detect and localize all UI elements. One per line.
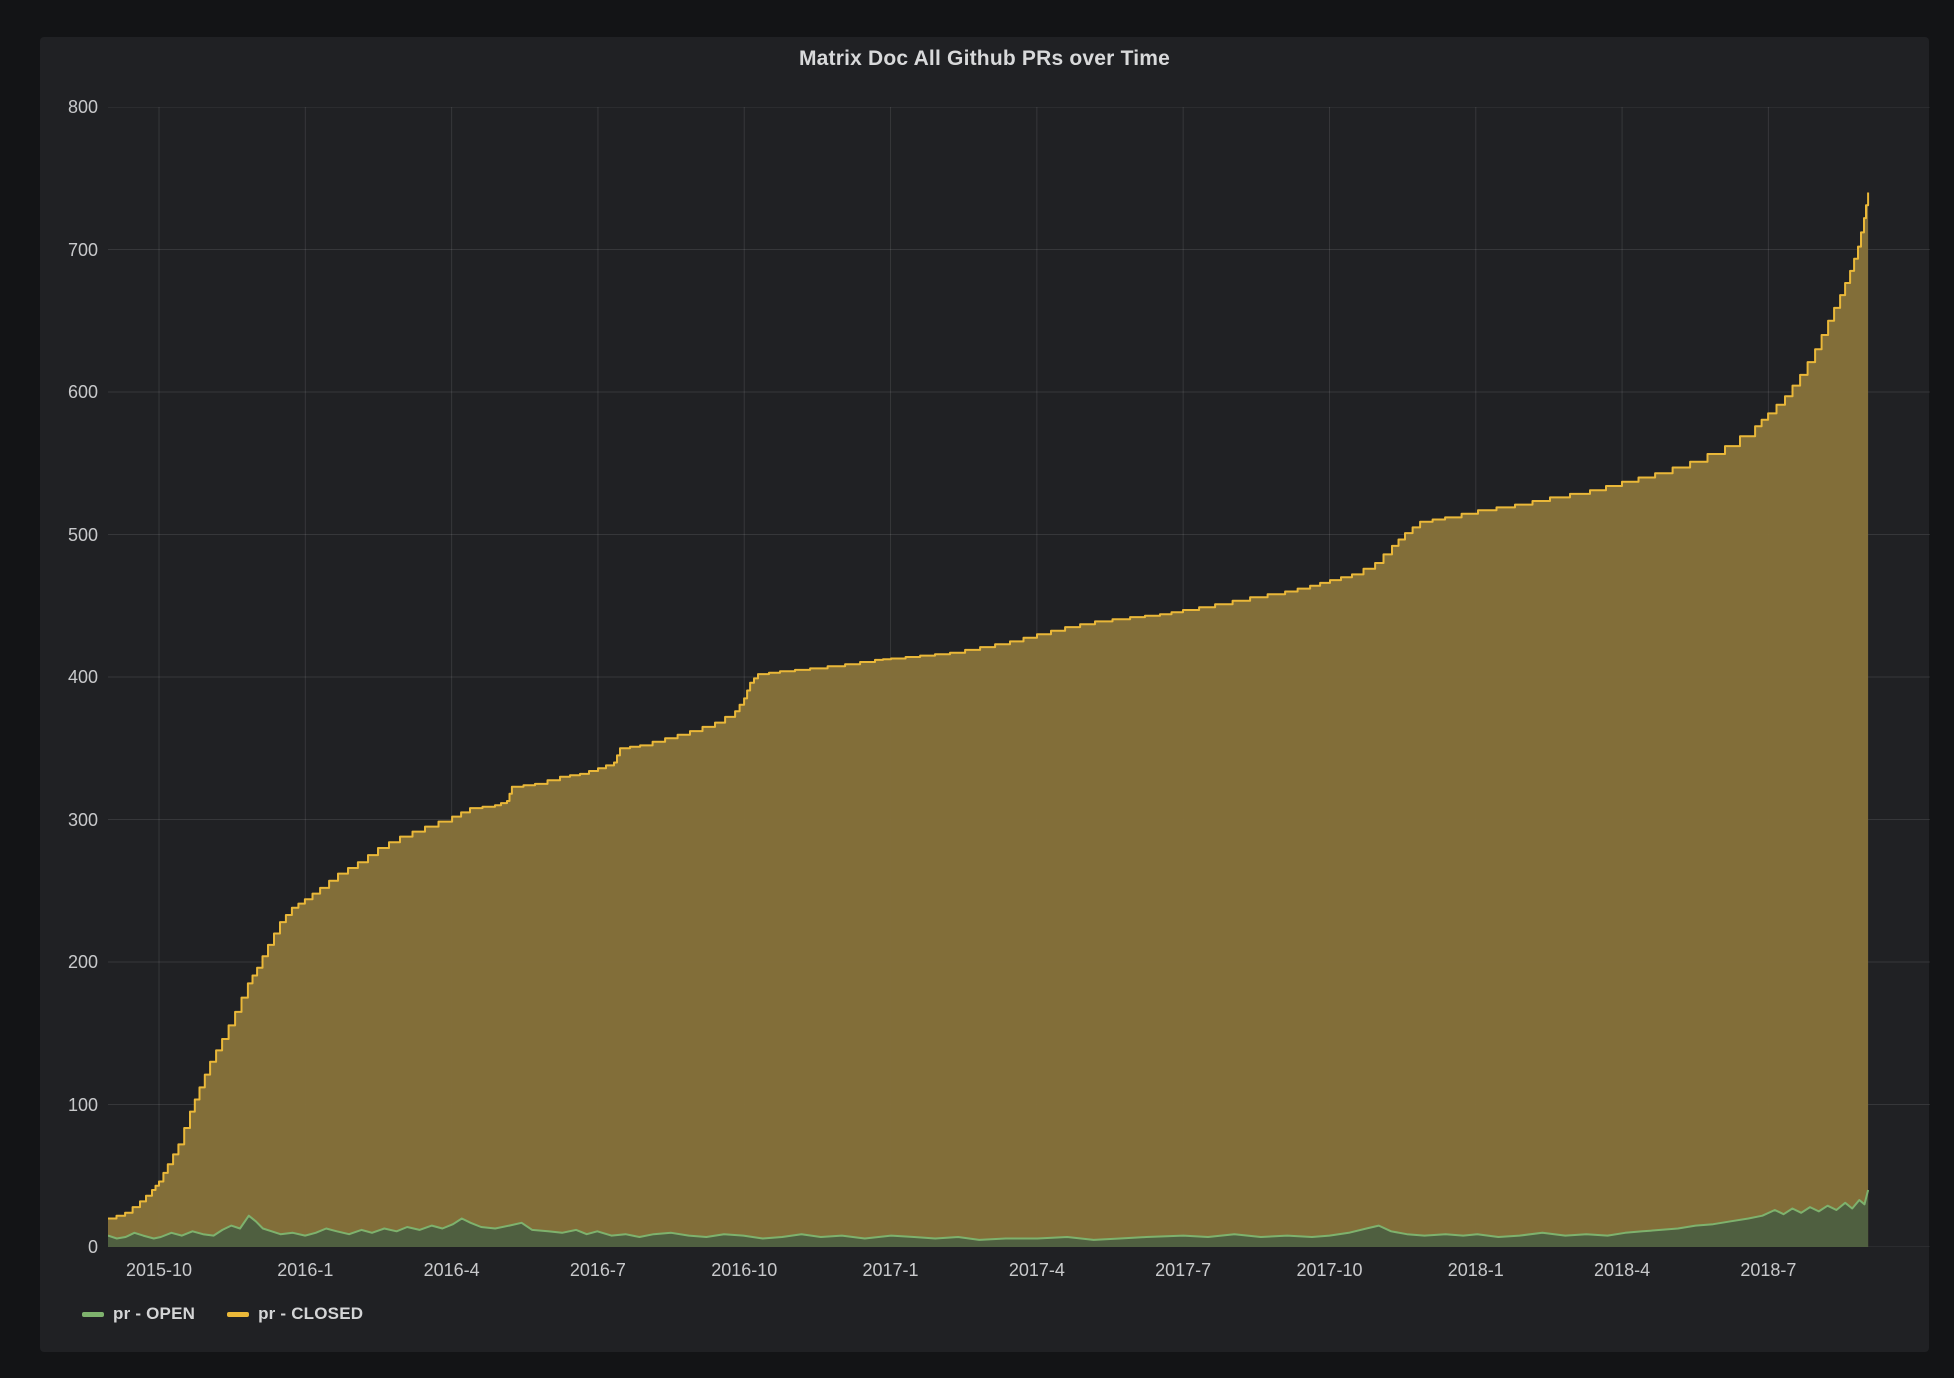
plot-area[interactable]: [108, 107, 1930, 1247]
legend-swatch-icon: [82, 1312, 104, 1317]
series-fill-closed: [108, 193, 1868, 1248]
graph-panel: Matrix Doc All Github PRs over Time 800 7…: [40, 37, 1929, 1352]
x-tick-label: 2017-4: [982, 1259, 1092, 1281]
x-tick-label: 2016-1: [250, 1259, 360, 1281]
y-tick-label: 800: [40, 96, 98, 118]
x-tick-label: 2016-7: [543, 1259, 653, 1281]
legend: pr - OPEN pr - CLOSED: [82, 1301, 363, 1327]
legend-swatch-icon: [227, 1312, 249, 1317]
x-tick-label: 2018-1: [1421, 1259, 1531, 1281]
timeseries-chart[interactable]: [108, 107, 1930, 1247]
y-tick-label: 200: [40, 951, 98, 973]
legend-label: pr - OPEN: [113, 1304, 195, 1324]
y-tick-label: 100: [40, 1094, 98, 1116]
x-tick-label: 2016-10: [689, 1259, 799, 1281]
x-tick-label: 2017-7: [1128, 1259, 1238, 1281]
x-tick-label: 2018-7: [1713, 1259, 1823, 1281]
x-tick-label: 2018-4: [1567, 1259, 1677, 1281]
x-tick-label: 2015-10: [104, 1259, 214, 1281]
y-tick-label: 0: [40, 1236, 98, 1258]
x-tick-label: 2016-4: [397, 1259, 507, 1281]
x-tick-label: 2017-1: [836, 1259, 946, 1281]
y-tick-label: 600: [40, 381, 98, 403]
legend-item-closed[interactable]: pr - CLOSED: [227, 1304, 363, 1324]
y-tick-label: 400: [40, 666, 98, 688]
y-tick-label: 500: [40, 524, 98, 546]
y-tick-label: 300: [40, 809, 98, 831]
x-tick-label: 2017-10: [1274, 1259, 1384, 1281]
panel-title[interactable]: Matrix Doc All Github PRs over Time: [40, 47, 1929, 71]
legend-item-open[interactable]: pr - OPEN: [82, 1304, 195, 1324]
legend-label: pr - CLOSED: [258, 1304, 363, 1324]
y-tick-label: 700: [40, 239, 98, 261]
